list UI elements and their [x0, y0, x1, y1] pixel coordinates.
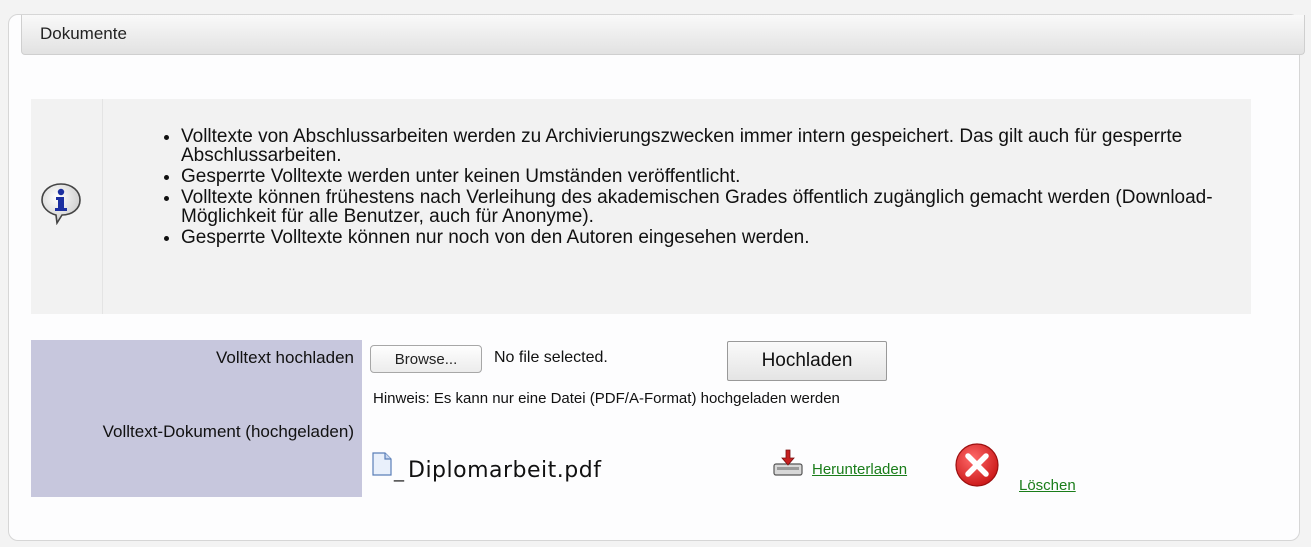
delete-icon[interactable] — [954, 442, 1000, 488]
form-label-column: Volltext hochladen Volltext-Dokument (ho… — [31, 340, 362, 497]
info-item: Volltexte von Abschlussarbeiten werden z… — [181, 127, 1251, 165]
info-item: Gesperrte Volltexte werden unter keinen … — [181, 167, 1251, 186]
download-link[interactable]: Herunterladen — [812, 461, 907, 478]
file-status: No file selected. — [494, 349, 608, 366]
document-separator: _ — [394, 462, 405, 482]
info-icon-cell — [31, 99, 103, 314]
panel-header: Dokumente — [21, 15, 1305, 55]
browse-button[interactable]: Browse... — [370, 345, 482, 373]
download-icon[interactable] — [772, 448, 804, 478]
upload-hint: Hinweis: Es kann nur eine Datei (PDF/A-F… — [373, 390, 840, 407]
upload-label: Volltext hochladen — [216, 348, 354, 367]
info-box: Volltexte von Abschlussarbeiten werden z… — [31, 99, 1251, 314]
document-filename[interactable]: Diplomarbeit.pdf — [408, 458, 601, 483]
document-icon — [372, 452, 392, 476]
info-speech-bubble-icon — [41, 183, 81, 225]
uploaded-document-label: Volltext-Dokument (hochgeladen) — [102, 422, 354, 441]
delete-link[interactable]: Löschen — [1019, 477, 1076, 494]
panel-title: Dokumente — [40, 24, 127, 43]
info-item: Volltexte können frühestens nach Verleih… — [181, 188, 1251, 226]
upload-button[interactable]: Hochladen — [727, 341, 887, 381]
info-list: Volltexte von Abschlussarbeiten werden z… — [159, 127, 1251, 249]
info-item: Gesperrte Volltexte können nur noch von … — [181, 228, 1251, 247]
